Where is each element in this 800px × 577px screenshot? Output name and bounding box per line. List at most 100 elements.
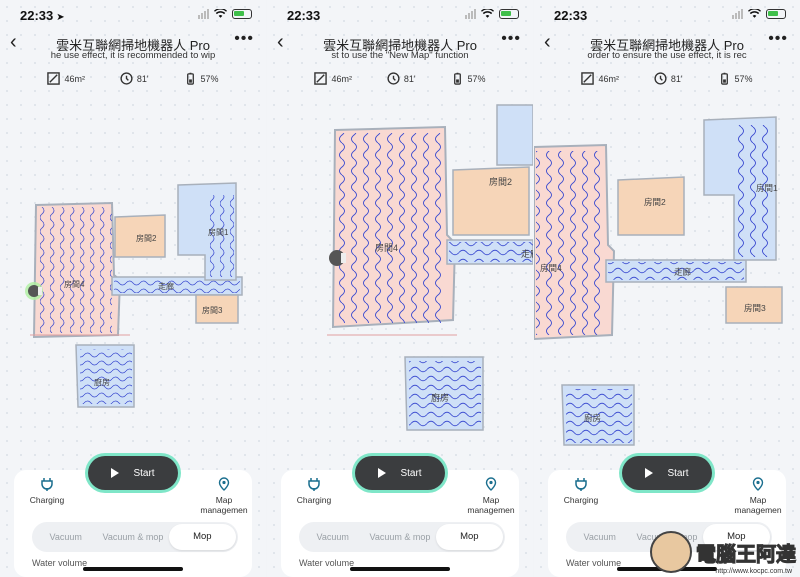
mode-vacuum[interactable]: Vacuum [32,522,99,552]
play-icon [111,468,120,478]
home-indicator[interactable] [350,567,450,571]
charging-button[interactable]: Charging [291,477,337,505]
location-arrow-icon: ➤ [56,12,65,23]
wifi-icon [214,9,227,18]
clock-icon [387,72,400,85]
room-label: 房間2 [644,197,666,207]
water-volume-label: Water volume [32,558,88,568]
time-value: 81' [670,73,683,84]
cleaning-stats: 46m² 81' 57% [534,72,800,85]
plug-icon [41,478,53,491]
battery-value: 57% [734,73,753,84]
scrolling-notice: order to ensure the use effect, it is re… [587,50,747,61]
room-label: 房間4 [540,263,562,273]
clock-icon [654,72,667,85]
home-indicator[interactable] [83,567,183,571]
plug-icon [575,478,587,491]
area-stat: 46m² [47,72,85,85]
cleaning-map[interactable]: 房間4 房間2 走廊 廚房 [267,95,533,455]
plug-icon [308,478,320,491]
map-management-button[interactable]: Map managemen [734,477,782,515]
battery-level-icon [453,72,461,85]
area-icon [581,72,595,85]
clock-icon [120,72,133,85]
cleaning-stats: 46m² 81' 57% [0,72,266,85]
area-stat: 46m² [581,72,619,85]
charging-label: Charging [29,495,65,505]
mode-vacuum[interactable]: Vacuum [566,522,633,552]
battery-icon [766,9,786,19]
charging-button[interactable]: Charging [558,477,604,505]
start-button[interactable]: Start [622,456,712,490]
time-stat: 81' [120,72,149,85]
more-options-icon[interactable]: ••• [501,30,521,48]
battery-icon [499,9,519,19]
room-label: 走廊 [674,267,692,277]
start-button[interactable]: Start [88,456,178,490]
more-options-icon[interactable]: ••• [768,30,788,48]
room-label: 房間1 [208,227,229,237]
watermark-text: 電腦王阿達 [696,543,797,566]
wifi-icon [481,9,494,18]
battery-stat: 57% [718,72,753,85]
battery-value: 57% [467,73,486,84]
charging-label: Charging [563,495,599,505]
room-blue-area[interactable] [496,104,533,166]
room-label: 房間1 [756,183,778,193]
room-label: 廚房 [431,392,449,403]
area-icon [47,72,61,85]
room-label: 走廊 [521,248,533,259]
mascot-avatar-icon [650,531,692,573]
cleaning-map[interactable]: 房間4 房間2 房間1 走廊 房間3 廚房 [534,95,800,455]
mode-vacuum[interactable]: Vacuum [299,522,366,552]
water-volume-label: Water volume [566,558,622,568]
battery-stat: 57% [451,72,486,85]
battery-stat: 57% [184,72,219,85]
cleaning-stats: 46m² 81' 57% [267,72,533,85]
site-watermark: 電腦王阿達 [650,531,797,573]
room-label: 房間2 [489,176,512,187]
cellular-signal-icon [732,9,743,19]
app-screen-1: 22:33 ➤ ‹ 雲米互聯網掃地機器人 Pro ••• he use effec… [0,0,266,577]
room-label: 房間3 [202,305,223,315]
cleaning-map[interactable]: 房間4 房間2 房間1 走廊 房間3 廚房 [0,95,266,455]
area-value: 46m² [598,73,619,84]
mode-vacuum-mop[interactable]: Vacuum & mop [366,522,433,552]
map-management-label: Map managemen [734,495,782,515]
start-button[interactable]: Start [355,456,445,490]
map-management-button[interactable]: Map managemen [200,477,248,515]
status-time: 22:33 ➤ [20,8,65,23]
mode-mop[interactable]: Mop [435,524,503,550]
mode-vacuum-mop[interactable]: Vacuum & mop [99,522,166,552]
start-label: Start [133,467,155,479]
play-icon [645,468,654,478]
charging-label: Charging [296,495,332,505]
scrolling-notice: st to use the "New Map" function [331,50,469,61]
status-time: 22:33 [554,8,588,23]
room-label: 房間4 [64,279,85,289]
charging-button[interactable]: Charging [24,477,70,505]
time-value: 81' [136,73,149,84]
mode-mop[interactable]: Mop [168,524,236,550]
status-bar: 22:33 ➤ [0,6,266,26]
app-screen-3: 22:33 ‹ 雲米互聯網掃地機器人 Pro ••• order to ensu… [534,0,800,577]
scrolling-notice: he use effect, it is recommended to wip [50,50,216,61]
area-icon [314,72,328,85]
app-screen-2: 22:33 ‹ 雲米互聯網掃地機器人 Pro ••• st to use the… [267,0,533,577]
map-pin-icon [752,477,764,491]
more-options-icon[interactable]: ••• [234,30,254,48]
room-label: 房間3 [744,303,766,313]
robot-position-icon[interactable] [25,282,43,300]
area-stat: 46m² [314,72,352,85]
map-pin-icon [485,477,497,491]
start-label: Start [400,467,422,479]
time-value: 81' [403,73,416,84]
start-label: Start [667,467,689,479]
map-pin-icon [218,477,230,491]
room-label: 走廊 [158,281,174,291]
area-value: 46m² [331,73,352,84]
map-management-button[interactable]: Map managemen [467,477,515,515]
room-label: 房間4 [375,242,398,253]
battery-value: 57% [200,73,219,84]
cellular-signal-icon [198,9,209,19]
